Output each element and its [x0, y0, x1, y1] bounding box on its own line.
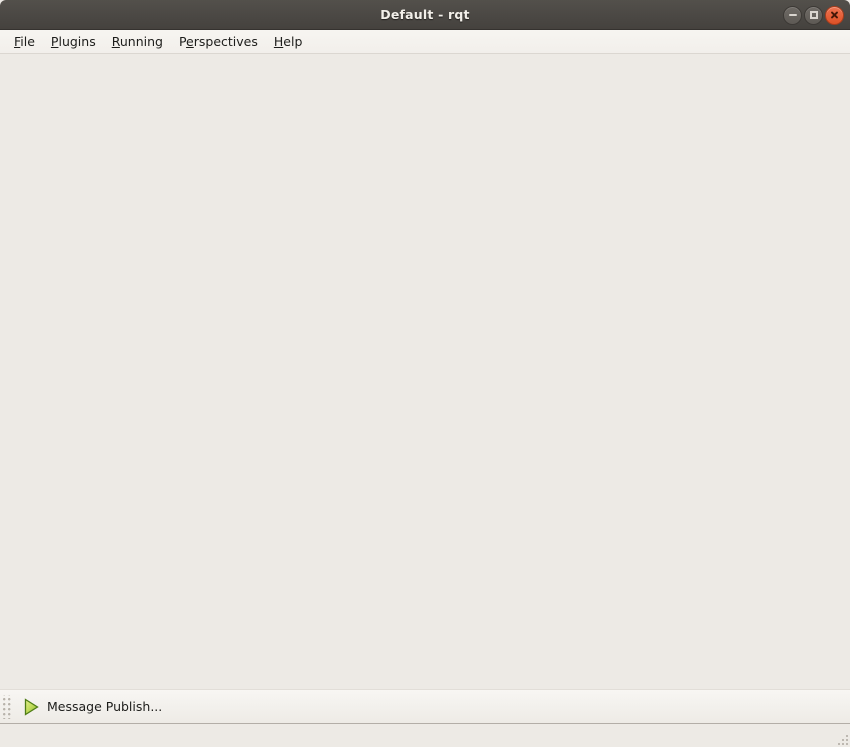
menu-perspectives-post: rspectives [193, 34, 258, 49]
menu-item-plugins[interactable]: Plugins [43, 32, 104, 51]
menu-item-running[interactable]: Running [104, 32, 171, 51]
minimize-button[interactable] [783, 5, 802, 25]
resize-grip-icon[interactable] [834, 731, 848, 745]
play-triangle-icon [24, 697, 39, 716]
menu-item-help[interactable]: Help [266, 32, 311, 51]
menu-help-post: elp [283, 34, 303, 49]
window-controls [783, 0, 844, 30]
menu-running-post: unning [119, 34, 163, 49]
menu-running-mnemonic: R [111, 34, 120, 49]
window-title: Default - rqt [380, 7, 470, 22]
toolbar-button-label: Message Publish... [47, 699, 163, 714]
close-button[interactable] [825, 5, 844, 25]
bottom-toolbar: Message Publish... [0, 689, 850, 724]
window-titlebar[interactable]: Default - rqt [0, 0, 850, 30]
maximize-icon [809, 11, 818, 19]
menu-item-file[interactable]: File [6, 32, 43, 51]
status-bar [0, 724, 850, 747]
menu-help-mnemonic: H [273, 34, 284, 49]
menu-perspectives-mnemonic: e [186, 34, 194, 49]
drag-handle-icon[interactable] [2, 694, 13, 719]
rqt-main-window: Default - rqt File Plugins Running Persp… [0, 0, 850, 747]
menu-plugins-post: lugins [58, 34, 96, 49]
menu-bar: File Plugins Running Perspectives Help [0, 30, 850, 54]
toolbar-button-message-publish[interactable]: Message Publish... [16, 695, 168, 719]
close-icon [830, 11, 839, 20]
maximize-button[interactable] [804, 5, 823, 25]
menu-perspectives-pre: P [178, 34, 187, 49]
menu-file-post: ile [20, 34, 35, 49]
central-workspace-area[interactable] [0, 54, 850, 689]
minimize-icon [788, 14, 797, 16]
menu-item-perspectives[interactable]: Perspectives [171, 32, 266, 51]
